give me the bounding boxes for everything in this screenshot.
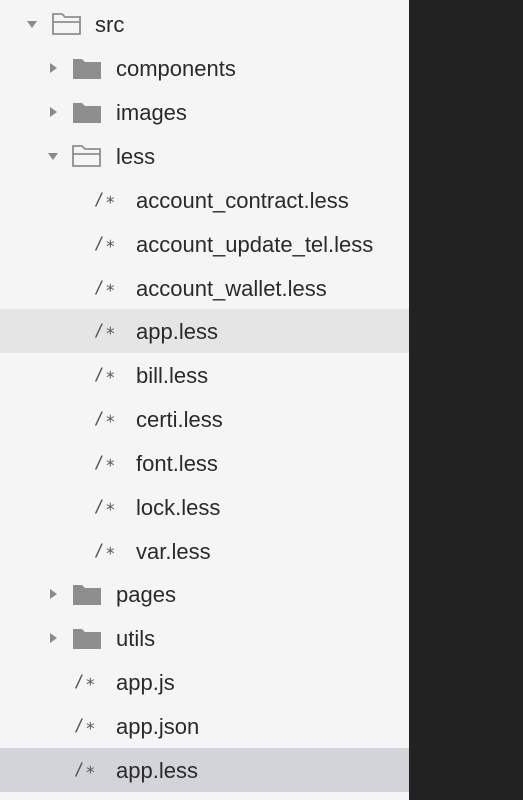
tree-file-app-js[interactable]: /∗ app.js xyxy=(0,660,409,704)
less-file-icon: /∗ xyxy=(94,365,117,385)
folder-open-icon xyxy=(72,145,101,167)
tree-file-label: var.less xyxy=(136,539,211,564)
chevron-right-icon[interactable] xyxy=(47,106,59,118)
editor-pane[interactable] xyxy=(409,0,523,800)
chevron-down-icon[interactable] xyxy=(47,150,59,162)
tree-file-account-wallet[interactable]: /∗ account_wallet.less xyxy=(0,266,409,310)
tree-file-label: lock.less xyxy=(136,495,221,520)
tree-file-app-json[interactable]: /∗ app.json xyxy=(0,704,409,748)
tree-folder-src[interactable]: src xyxy=(0,2,409,46)
tree-file-root-app-less[interactable]: /∗ app.less xyxy=(0,748,409,792)
tree-file-account-update-tel[interactable]: /∗ account_update_tel.less xyxy=(0,222,409,266)
chevron-right-icon[interactable] xyxy=(47,632,59,644)
json-file-icon: /∗ xyxy=(74,716,97,736)
tree-folder-components[interactable]: components xyxy=(0,46,409,90)
less-file-icon: /∗ xyxy=(94,409,117,429)
tree-file-less-app[interactable]: /∗ app.less xyxy=(0,309,409,353)
less-file-icon: /∗ xyxy=(94,321,117,341)
less-file-icon: /∗ xyxy=(94,497,117,517)
folder-icon xyxy=(73,585,101,605)
chevron-down-icon[interactable] xyxy=(26,18,38,30)
tree-folder-label: pages xyxy=(116,582,176,607)
tree-folder-images[interactable]: images xyxy=(0,90,409,134)
less-file-icon: /∗ xyxy=(94,234,117,254)
tree-folder-less[interactable]: less xyxy=(0,134,409,178)
tree-file-label: app.js xyxy=(116,670,175,695)
folder-icon xyxy=(73,629,101,649)
tree-file-certi[interactable]: /∗ certi.less xyxy=(0,397,409,441)
tree-file-var[interactable]: /∗ var.less xyxy=(0,529,409,573)
tree-file-label: app.less xyxy=(136,319,218,344)
less-file-icon: /∗ xyxy=(94,190,117,210)
tree-file-label: font.less xyxy=(136,451,218,476)
tree-file-label: account_contract.less xyxy=(136,188,349,213)
tree-folder-utils[interactable]: utils xyxy=(0,616,409,660)
chevron-right-icon[interactable] xyxy=(47,588,59,600)
folder-icon xyxy=(73,59,101,79)
tree-file-label: app.less xyxy=(116,758,198,783)
tree-folder-label: components xyxy=(116,56,236,81)
less-file-icon: /∗ xyxy=(94,278,117,298)
less-file-icon: /∗ xyxy=(74,760,97,780)
chevron-right-icon[interactable] xyxy=(47,62,59,74)
tree-folder-label: utils xyxy=(116,626,156,651)
tree-file-label: app.json xyxy=(116,714,200,739)
tree-file-bill[interactable]: /∗ bill.less xyxy=(0,353,409,397)
less-file-icon: /∗ xyxy=(94,541,117,561)
tree-folder-pages[interactable]: pages xyxy=(0,572,409,616)
tree-file-label: account_update_tel.less xyxy=(136,232,374,257)
tree-file-font[interactable]: /∗ font.less xyxy=(0,441,409,485)
tree-folder-label: less xyxy=(116,144,156,169)
file-tree-sidebar: src components images less /∗ account_co… xyxy=(0,0,409,800)
tree-file-account-contract[interactable]: /∗ account_contract.less xyxy=(0,178,409,222)
tree-folder-label: images xyxy=(116,100,187,125)
tree-file-label: account_wallet.less xyxy=(136,276,327,301)
folder-open-icon xyxy=(52,13,81,35)
tree-file-label: bill.less xyxy=(136,363,209,388)
tree-folder-label: src xyxy=(95,12,125,37)
folder-icon xyxy=(73,103,101,123)
less-file-icon: /∗ xyxy=(94,453,117,473)
tree-file-lock[interactable]: /∗ lock.less xyxy=(0,485,409,529)
tree-file-label: certi.less xyxy=(136,407,223,432)
js-file-icon: /∗ xyxy=(74,672,97,692)
